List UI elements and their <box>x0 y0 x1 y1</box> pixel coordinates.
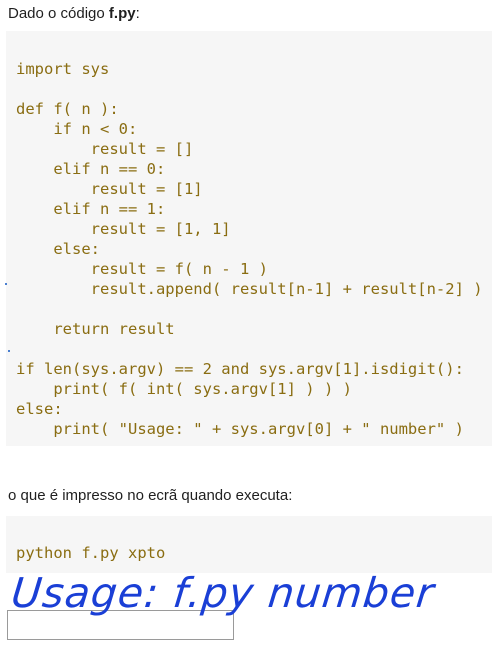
code-line-14: return result <box>16 320 175 338</box>
code-line-5: result = [] <box>16 140 194 158</box>
command-text: python f.py xpto <box>16 544 166 562</box>
code-block: import sys def f( n ): if n < 0: result =… <box>6 31 492 446</box>
code-line-1: import sys <box>16 60 110 78</box>
margin-dot <box>5 283 7 285</box>
code-line-19: print( "Usage: " + sys.argv[0] + " numbe… <box>16 420 464 438</box>
code-line-10: else: <box>16 240 100 258</box>
code-line-8: elif n == 1: <box>16 200 166 218</box>
code-line-6: elif n == 0: <box>16 160 166 178</box>
code-line-7: result = [1] <box>16 180 203 198</box>
code-line-18: else: <box>16 400 63 418</box>
code-line-12: result.append( result[n-1] + result[n-2]… <box>16 280 483 298</box>
code-listing: import sys def f( n ): if n < 0: result =… <box>16 59 483 439</box>
margin-dot <box>8 350 10 352</box>
code-line-17: print( f( int( sys.argv[1] ) ) ) <box>16 380 352 398</box>
intro-suffix: : <box>135 5 140 22</box>
question-text: o que é impresso no ecrã quando executa: <box>8 487 293 504</box>
intro-filename: f.py <box>108 5 136 22</box>
code-line-3: def f( n ): <box>16 100 119 118</box>
intro-prefix: Dado o código <box>8 5 109 22</box>
handwritten-answer: Usage: f.py number <box>9 569 437 617</box>
code-line-11: result = f( n - 1 ) <box>16 260 268 278</box>
code-line-16: if len(sys.argv) == 2 and sys.argv[1].is… <box>16 360 464 378</box>
code-line-9: result = [1, 1] <box>16 220 231 238</box>
question-intro: Dado o código f.py: <box>8 4 140 24</box>
command-block: python f.py xpto <box>6 516 492 573</box>
code-line-4: if n < 0: <box>16 120 138 138</box>
